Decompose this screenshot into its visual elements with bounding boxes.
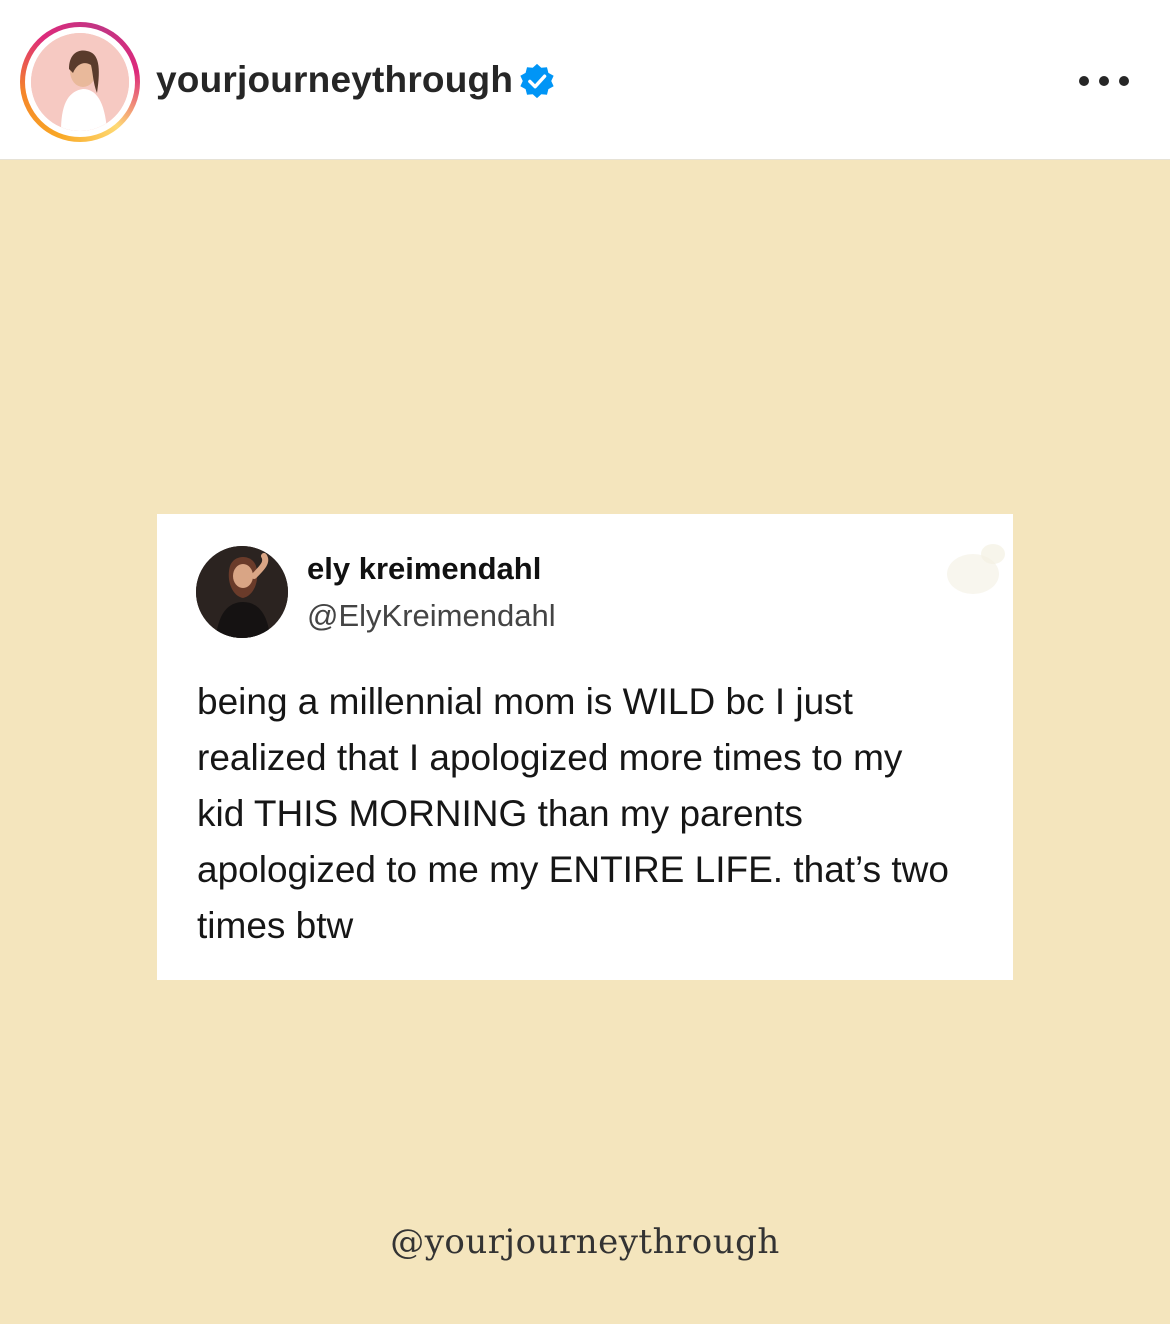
avatar-border xyxy=(25,27,135,137)
tweet-author-avatar xyxy=(196,546,288,638)
verified-badge-icon xyxy=(520,63,554,99)
tweet-body-text: being a millennial mom is WILD bc I just… xyxy=(197,681,949,946)
profile-avatar[interactable] xyxy=(31,33,129,131)
tweet-display-name: ely kreimendahl xyxy=(307,551,542,586)
post-image[interactable]: ely kreimendahl @ElyKreimendahl being a … xyxy=(0,160,1170,1324)
tweet-avatar-illustration xyxy=(196,546,288,638)
post-watermark: @yourjourneythrough xyxy=(390,1222,780,1262)
tweet-handle: @ElyKreimendahl xyxy=(307,598,556,633)
story-ring[interactable] xyxy=(20,22,140,142)
username[interactable]: yourjourneythrough xyxy=(156,58,513,102)
post-header: yourjourneythrough xyxy=(0,0,1170,160)
avatar-illustration xyxy=(31,33,129,131)
tweet-screenshot-card: ely kreimendahl @ElyKreimendahl being a … xyxy=(157,514,1013,980)
more-options-icon[interactable] xyxy=(1075,66,1133,96)
image-smudge xyxy=(947,544,1005,594)
